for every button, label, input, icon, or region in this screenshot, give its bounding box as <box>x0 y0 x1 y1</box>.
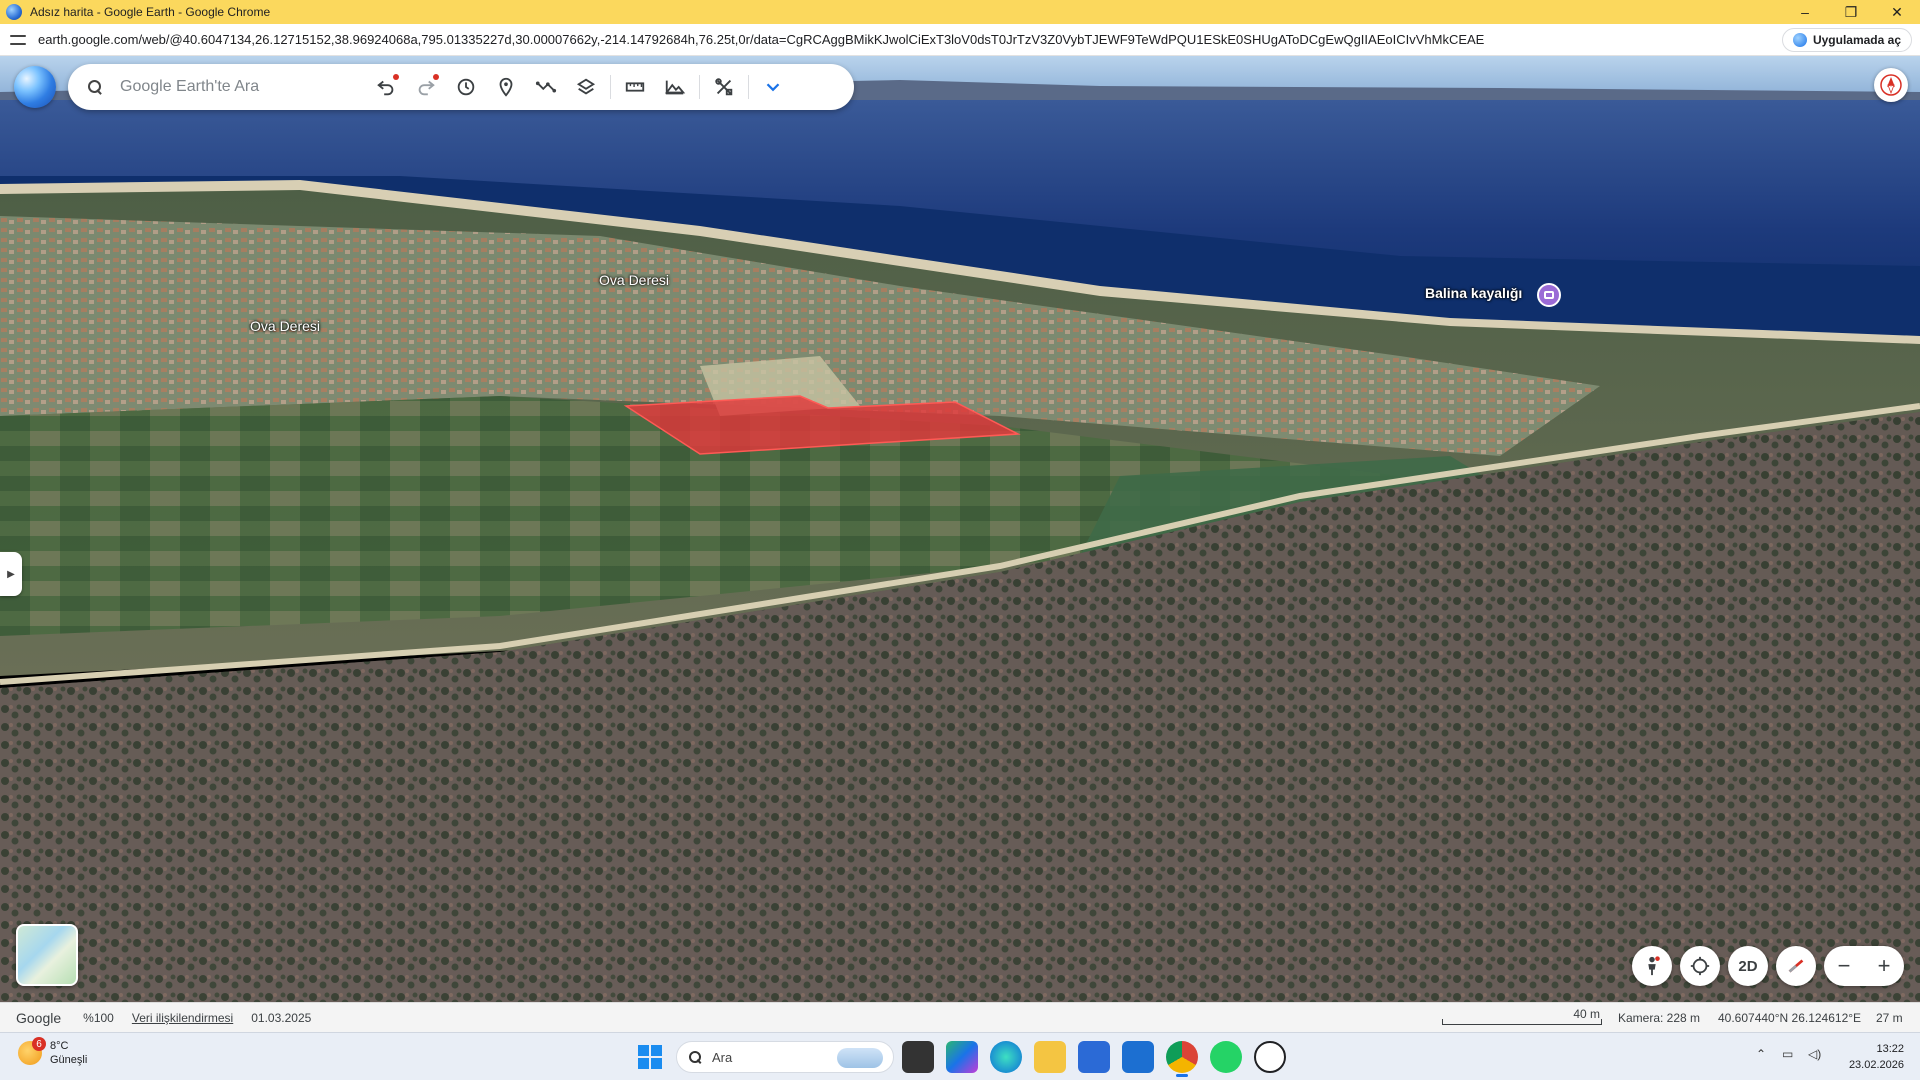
path-button[interactable] <box>526 67 566 107</box>
start-button[interactable] <box>638 1045 662 1069</box>
google-brand: Google <box>16 1009 62 1026</box>
camera-altitude: Kamera: 228 m <box>1618 1010 1701 1025</box>
taskbar-search-placeholder: Ara <box>712 1049 733 1065</box>
url-field[interactable]: earth.google.com/web/@40.6047134,26.1271… <box>38 32 1778 47</box>
site-info-icon[interactable] <box>10 32 26 48</box>
system-clock[interactable]: 13:22 23.02.2026 <box>1849 1041 1904 1073</box>
undo-button[interactable] <box>366 67 406 107</box>
chevron-right-icon: ▶ <box>7 568 15 580</box>
store-icon[interactable] <box>1078 1041 1110 1073</box>
tray-chevron-up-icon[interactable]: ⌃ <box>1756 1047 1766 1061</box>
network-icon[interactable]: ▭ <box>1782 1047 1793 1061</box>
sun-icon: 6 <box>18 1037 46 1065</box>
ruler-icon <box>625 82 645 92</box>
map-style-thumbnail[interactable] <box>16 924 78 986</box>
chevron-down-icon <box>766 83 780 92</box>
tools-button[interactable] <box>704 67 744 107</box>
zoom-out-button[interactable]: − <box>1824 953 1864 979</box>
map-viewport[interactable]: Ova Deresi Ova Deresi Balina kayalığı <box>0 56 1920 1002</box>
layers-button[interactable] <box>566 67 606 107</box>
google-earth-logo[interactable] <box>14 66 56 108</box>
pegman-button[interactable] <box>1632 946 1672 986</box>
weather-temp: 8°C <box>50 1040 69 1052</box>
placemark-icon <box>499 77 513 97</box>
weather-desc: Güneşli <box>50 1054 88 1066</box>
search-icon[interactable] <box>88 80 102 94</box>
edge-icon[interactable] <box>990 1041 1022 1073</box>
layers-icon <box>576 78 596 95</box>
place-label-ova-deresi-north[interactable]: Ova Deresi <box>599 272 669 288</box>
search-highlight-image <box>837 1048 883 1068</box>
clock-date: 23.02.2026 <box>1848 1059 1904 1071</box>
restore-button[interactable]: ❐ <box>1828 0 1874 24</box>
ruler-button[interactable] <box>615 67 655 107</box>
toolbar-separator <box>699 75 700 99</box>
zoom-in-button[interactable]: + <box>1864 953 1904 979</box>
side-panel-toggle[interactable]: ▶ <box>0 552 22 596</box>
compass-button[interactable] <box>1874 68 1908 102</box>
outlook-icon[interactable] <box>1122 1041 1154 1073</box>
place-label-ova-deresi-west[interactable]: Ova Deresi <box>250 318 320 334</box>
poi-label-balina-kayaligi[interactable]: Balina kayalığı <box>1425 285 1522 301</box>
minimize-button[interactable]: – <box>1782 0 1828 24</box>
data-attribution-link[interactable]: Veri ilişkilendirmesi <box>132 1011 233 1025</box>
camera-poi-icon[interactable] <box>1537 283 1561 307</box>
more-tools-button[interactable] <box>753 67 793 107</box>
satellite-imagery[interactable] <box>0 56 1920 1002</box>
image-overlay-icon <box>664 80 686 95</box>
earth-app-icon <box>6 4 22 20</box>
earth-small-icon <box>1792 33 1807 47</box>
history-icon <box>457 78 475 96</box>
path-icon <box>535 81 557 93</box>
file-explorer-icon[interactable] <box>1034 1041 1066 1073</box>
search-box <box>72 68 366 106</box>
open-in-app-button[interactable]: Uygulamada aç <box>1781 28 1912 52</box>
main-toolbar <box>68 64 854 110</box>
toolbar-separator <box>610 75 611 99</box>
zoom-controls: − + <box>1824 946 1904 986</box>
notification-badge: 6 <box>32 1037 46 1051</box>
redo-button[interactable] <box>406 67 446 107</box>
task-view-icon[interactable] <box>902 1041 934 1073</box>
close-button[interactable]: ✕ <box>1874 0 1920 24</box>
windows-taskbar: 6 8°C Güneşli Ara ⌃ ▭ ◁) 13:22 23.02.202… <box>0 1032 1920 1080</box>
compass-icon <box>1880 74 1902 96</box>
my-location-button[interactable] <box>1680 946 1720 986</box>
imagery-date: 01.03.2025 <box>251 1010 312 1025</box>
taskbar-search[interactable]: Ara <box>676 1041 894 1073</box>
toolbar-separator <box>748 75 749 99</box>
open-in-app-label: Uygulamada aç <box>1812 33 1901 47</box>
tools-icon <box>715 78 733 96</box>
whatsapp-icon[interactable] <box>1210 1041 1242 1073</box>
window-titlebar: Adsız harita - Google Earth - Google Chr… <box>0 0 1920 24</box>
history-button[interactable] <box>446 67 486 107</box>
m365-icon[interactable] <box>946 1041 978 1073</box>
scale-label: 40 m <box>1573 1007 1600 1021</box>
zoom-level: %100 <box>83 1010 114 1025</box>
crosshair-icon <box>1690 956 1710 976</box>
chatgpt-icon[interactable] <box>1254 1041 1286 1073</box>
weather-widget[interactable]: 6 8°C Güneşli <box>18 1037 88 1067</box>
elevation: 27 m <box>1876 1010 1903 1025</box>
pegman-icon <box>1648 956 1660 976</box>
window-controls: – ❐ ✕ <box>1782 0 1920 24</box>
toggle-2d-button[interactable]: 2D <box>1728 946 1768 986</box>
map-status-bar: Google %100 Veri ilişkilendirmesi 01.03.… <box>0 1002 1920 1032</box>
chrome-icon[interactable] <box>1166 1041 1198 1077</box>
tilt-icon <box>1788 959 1804 973</box>
tilt-compass-button[interactable] <box>1776 946 1816 986</box>
search-icon <box>689 1050 702 1064</box>
clock-time: 13:22 <box>1876 1043 1904 1055</box>
volume-icon[interactable]: ◁) <box>1808 1047 1821 1061</box>
cursor-coordinates: 40.607440°N 26.124612°E <box>1718 1010 1862 1025</box>
address-bar: earth.google.com/web/@40.6047134,26.1271… <box>0 24 1920 56</box>
scale-bar: 40 m <box>1442 1007 1602 1029</box>
placemark-button[interactable] <box>486 67 526 107</box>
window-title: Adsız harita - Google Earth - Google Chr… <box>30 5 271 19</box>
search-input[interactable] <box>120 78 340 96</box>
image-overlay-button[interactable] <box>655 67 695 107</box>
